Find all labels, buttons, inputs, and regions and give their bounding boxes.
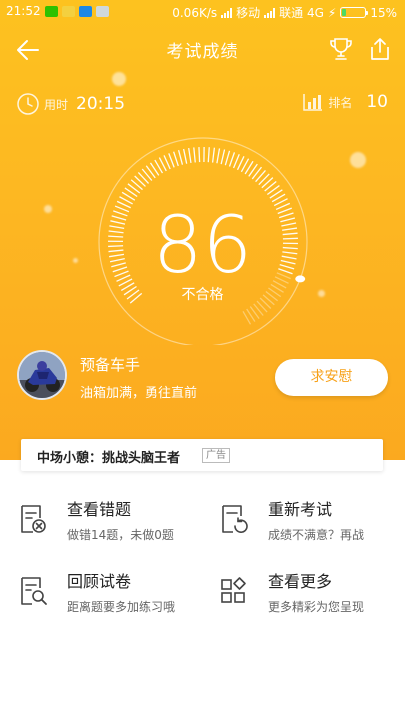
gauge-tick bbox=[232, 153, 240, 169]
rank: 排名 10 bbox=[302, 92, 388, 112]
notification-app-icon bbox=[61, 5, 75, 17]
action-title: 回顾试卷 bbox=[67, 572, 132, 591]
ad-text: 中场小憩：挑战头脑王者 bbox=[37, 451, 181, 466]
note-app-icon bbox=[95, 5, 109, 17]
action-review[interactable]: 回顾试卷 距离题要多加练习哦 bbox=[18, 568, 208, 628]
avatar[interactable] bbox=[17, 350, 67, 400]
network-speed: 0.06K/s bbox=[172, 5, 218, 20]
review-paper-icon bbox=[21, 577, 47, 605]
gauge-tick bbox=[177, 150, 184, 165]
user-card: 预备车手 油箱加满，勇往直前 求安慰 bbox=[17, 350, 389, 402]
gauge-tick bbox=[168, 153, 175, 168]
gauge-tick bbox=[216, 148, 221, 164]
time-value: 20:15 bbox=[76, 94, 126, 114]
wechat-icon bbox=[44, 5, 58, 17]
action-more[interactable]: 查看更多 更多精彩为您呈现 bbox=[219, 568, 405, 628]
comfort-button[interactable]: 求安慰 bbox=[275, 359, 388, 396]
gauge-tick bbox=[198, 147, 201, 163]
score-value: 86 bbox=[152, 201, 253, 291]
bar-chart-icon bbox=[303, 94, 323, 111]
carrier-unicom: 联通 4G bbox=[279, 6, 324, 20]
gauge-tick bbox=[207, 147, 210, 163]
ad-tag: 广告 bbox=[202, 448, 230, 463]
action-view-wrong[interactable]: 查看错题 做错14题，未做0题 bbox=[18, 496, 208, 556]
trophy-icon[interactable] bbox=[328, 36, 354, 62]
retake-exam-icon bbox=[222, 505, 248, 533]
battery-percent: 15% bbox=[370, 5, 397, 20]
gauge-tick bbox=[220, 149, 226, 165]
gauge-tick bbox=[224, 150, 231, 166]
action-title: 重新考试 bbox=[268, 500, 333, 519]
action-subtitle: 做错14题，未做0题 bbox=[67, 528, 174, 542]
gauge-tick bbox=[188, 147, 192, 164]
carrier-mobile: 移动 bbox=[236, 6, 261, 20]
motorcycle-avatar-image bbox=[19, 352, 65, 398]
user-name: 预备车手 bbox=[80, 356, 141, 374]
rank-value: 10 bbox=[366, 92, 388, 112]
status-time: 21:52 bbox=[6, 4, 41, 18]
gauge-tick bbox=[182, 148, 188, 164]
decorative-bokeh bbox=[350, 152, 366, 168]
status-bar: 21:52 0.06K/s 移动 联通 4G ⚡ 15% bbox=[0, 0, 405, 24]
action-subtitle: 成绩不满意？再战 bbox=[268, 528, 365, 542]
rank-label: 排名 bbox=[328, 95, 353, 110]
gauge-tick bbox=[173, 151, 179, 167]
time-used: 用时 20:15 bbox=[16, 92, 125, 116]
share-icon[interactable] bbox=[368, 36, 392, 62]
decorative-bokeh bbox=[112, 72, 126, 86]
action-retake[interactable]: 重新考试 成绩不满意？再战 bbox=[219, 496, 405, 556]
action-title: 查看错题 bbox=[67, 500, 132, 519]
user-motto: 油箱加满，勇往直前 bbox=[80, 386, 198, 401]
time-label: 用时 bbox=[44, 97, 69, 112]
clock-icon bbox=[17, 93, 39, 115]
wrong-answers-icon bbox=[21, 505, 46, 533]
action-title: 查看更多 bbox=[268, 572, 333, 591]
action-subtitle: 距离题要多加练习哦 bbox=[67, 600, 176, 614]
gauge-tick bbox=[211, 147, 216, 163]
nav-bar: 考试成绩 bbox=[0, 30, 405, 70]
battery-icon bbox=[340, 7, 369, 18]
signal-icon bbox=[221, 7, 233, 18]
alipay-icon bbox=[78, 5, 92, 17]
signal-icon bbox=[264, 7, 276, 18]
gauge-tick bbox=[193, 147, 196, 163]
charging-icon: ⚡ bbox=[327, 5, 337, 20]
gauge-tick bbox=[228, 152, 236, 167]
action-subtitle: 更多精彩为您呈现 bbox=[268, 600, 365, 614]
ad-banner[interactable]: 中场小憩：挑战头脑王者 广告 bbox=[21, 439, 383, 471]
more-apps-icon bbox=[221, 577, 246, 603]
score-result: 不合格 bbox=[181, 287, 224, 303]
